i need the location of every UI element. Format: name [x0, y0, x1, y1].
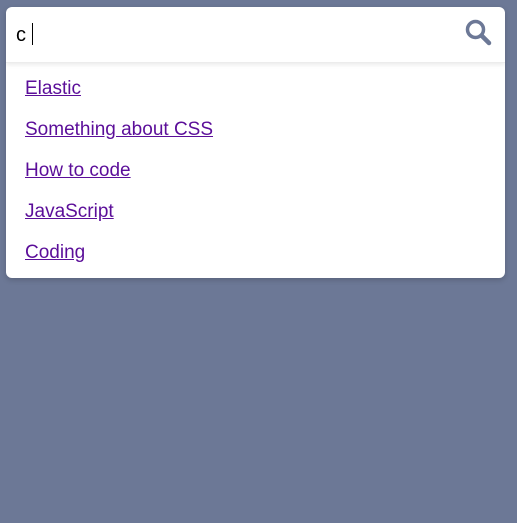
result-link-elastic[interactable]: Elastic: [25, 78, 81, 99]
search-panel: Elastic Something about CSS How to code …: [6, 7, 505, 278]
search-icon[interactable]: [464, 18, 492, 46]
result-link-coding[interactable]: Coding: [25, 242, 85, 263]
text-caret: [32, 23, 33, 45]
list-item: How to code: [6, 151, 505, 192]
list-item: Something about CSS: [6, 110, 505, 151]
search-input[interactable]: [16, 19, 446, 50]
search-bar: [6, 7, 505, 63]
results-list: Elastic Something about CSS How to code …: [6, 69, 505, 274]
result-link-how-to-code[interactable]: How to code: [25, 160, 131, 181]
result-link-something-about-css[interactable]: Something about CSS: [25, 119, 213, 140]
list-item: Coding: [6, 233, 505, 274]
list-item: JavaScript: [6, 192, 505, 233]
list-item: Elastic: [6, 69, 505, 110]
result-link-javascript[interactable]: JavaScript: [25, 201, 114, 222]
